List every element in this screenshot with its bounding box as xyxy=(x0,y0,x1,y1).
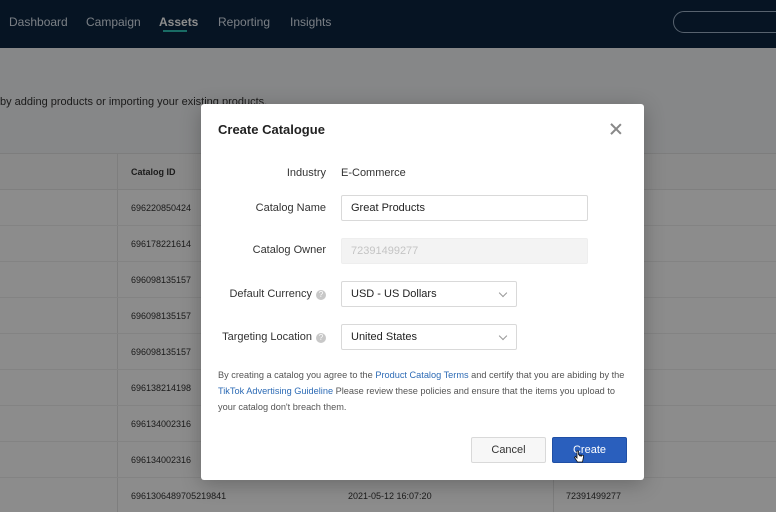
terms-notice: By creating a catalog you agree to the P… xyxy=(218,367,633,415)
default-currency-value: USD - US Dollars xyxy=(351,288,437,300)
terms-text: and certify that you are abiding by the xyxy=(468,370,625,380)
industry-value: E-Commerce xyxy=(341,167,406,179)
create-catalogue-dialog: Create Catalogue Industry E-Commerce Cat… xyxy=(201,104,644,480)
chevron-down-icon xyxy=(498,288,508,298)
targeting-location-value: United States xyxy=(351,331,418,343)
advertising-guideline-link[interactable]: TikTok Advertising Guideline xyxy=(218,386,333,396)
dialog-title: Create Catalogue xyxy=(218,122,325,137)
product-catalog-terms-link[interactable]: Product Catalog Terms xyxy=(375,370,468,380)
targeting-location-label-text: Targeting Location xyxy=(222,331,312,343)
chevron-down-icon xyxy=(498,331,508,341)
catalog-name-input[interactable]: Great Products xyxy=(341,195,588,221)
hand-cursor-icon xyxy=(574,450,584,463)
industry-label: Industry xyxy=(286,167,326,179)
targeting-location-label: Targeting Location? xyxy=(186,331,326,343)
default-currency-label-text: Default Currency xyxy=(229,288,312,300)
help-icon[interactable]: ? xyxy=(316,333,326,343)
default-currency-label: Default Currency? xyxy=(186,288,326,300)
help-icon[interactable]: ? xyxy=(316,290,326,300)
default-currency-select[interactable]: USD - US Dollars xyxy=(341,281,517,307)
catalog-name-label: Catalog Name xyxy=(255,202,326,214)
cancel-button[interactable]: Cancel xyxy=(471,437,546,463)
targeting-location-select[interactable]: United States xyxy=(341,324,517,350)
create-button[interactable]: Create xyxy=(552,437,627,463)
catalog-owner-input: 72391499277 xyxy=(341,238,588,264)
terms-text: By creating a catalog you agree to the xyxy=(218,370,376,380)
close-icon[interactable] xyxy=(609,122,623,136)
catalog-owner-label: Catalog Owner xyxy=(252,244,326,256)
